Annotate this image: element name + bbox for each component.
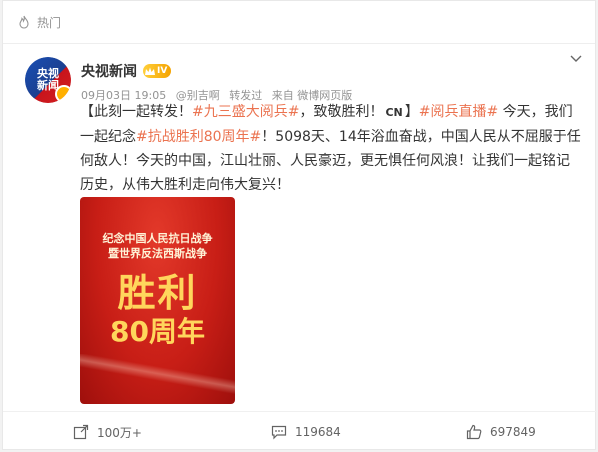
weibo-post-card: 热门 央视 新闻 央视新闻 IV 09月03日 19:05 @别吉啊 转发过 来… [2,0,597,452]
cn-flag-icon: CN [385,106,403,119]
avatar[interactable]: 央视 新闻 [25,57,71,103]
chevron-down-icon[interactable] [569,51,583,65]
crown-icon [145,67,155,75]
content-text-3: 】 [404,104,419,120]
hot-label: 热门 [37,15,62,30]
comment-button[interactable]: 119684 [271,424,341,440]
repost-count: 100万+ [97,425,142,440]
post-content: 【此刻一起转发！#九三盛大阅兵#，致敬胜利！ CN 】#阅兵直播# 今天，我们一起纪… [80,100,582,197]
poster-line2: 暨世界反法西斯战争 [108,247,207,260]
verified-badge-icon [55,85,71,103]
like-button[interactable]: 697849 [466,424,536,440]
hot-bar: 热门 [3,1,595,44]
user-meta: 央视新闻 IV 09月03日 19:05 @别吉啊 转发过 来自 微博网页版 [81,61,358,103]
comment-count: 119684 [295,425,341,439]
repost-icon [73,424,89,440]
hot-flame-icon [19,15,29,29]
poster-years: 80周年 [110,315,205,348]
post-header: 央视 新闻 央视新闻 IV 09月03日 19:05 @别吉啊 转发过 来自 微… [25,57,358,103]
comment-icon [271,425,287,440]
poster-ribbon-decoration [80,354,235,394]
post-image[interactable]: 纪念中国人民抗日战争 暨世界反法西斯战争 胜利 80周年 [80,197,235,404]
like-count: 697849 [490,425,536,439]
content-text-2: ，致敬胜利！ [299,104,384,120]
thumbs-up-icon [466,424,482,440]
topic-link-80th[interactable]: #抗战胜利80周年# [136,129,261,145]
topic-link-live[interactable]: #阅兵直播# [419,104,498,120]
vip-level: IV [157,66,168,76]
poster-line1: 纪念中国人民抗日战争 [102,232,213,245]
vip-badge[interactable]: IV [143,64,172,78]
user-name[interactable]: 央视新闻 [81,61,137,81]
action-bar: 100万+ 119684 697849 [3,411,597,452]
content-text-1: 【此刻一起转发！ [80,104,192,120]
repost-button[interactable]: 100万+ [73,424,142,441]
topic-link-parade[interactable]: #九三盛大阅兵# [192,104,299,120]
poster-title: 胜利 [117,271,198,315]
